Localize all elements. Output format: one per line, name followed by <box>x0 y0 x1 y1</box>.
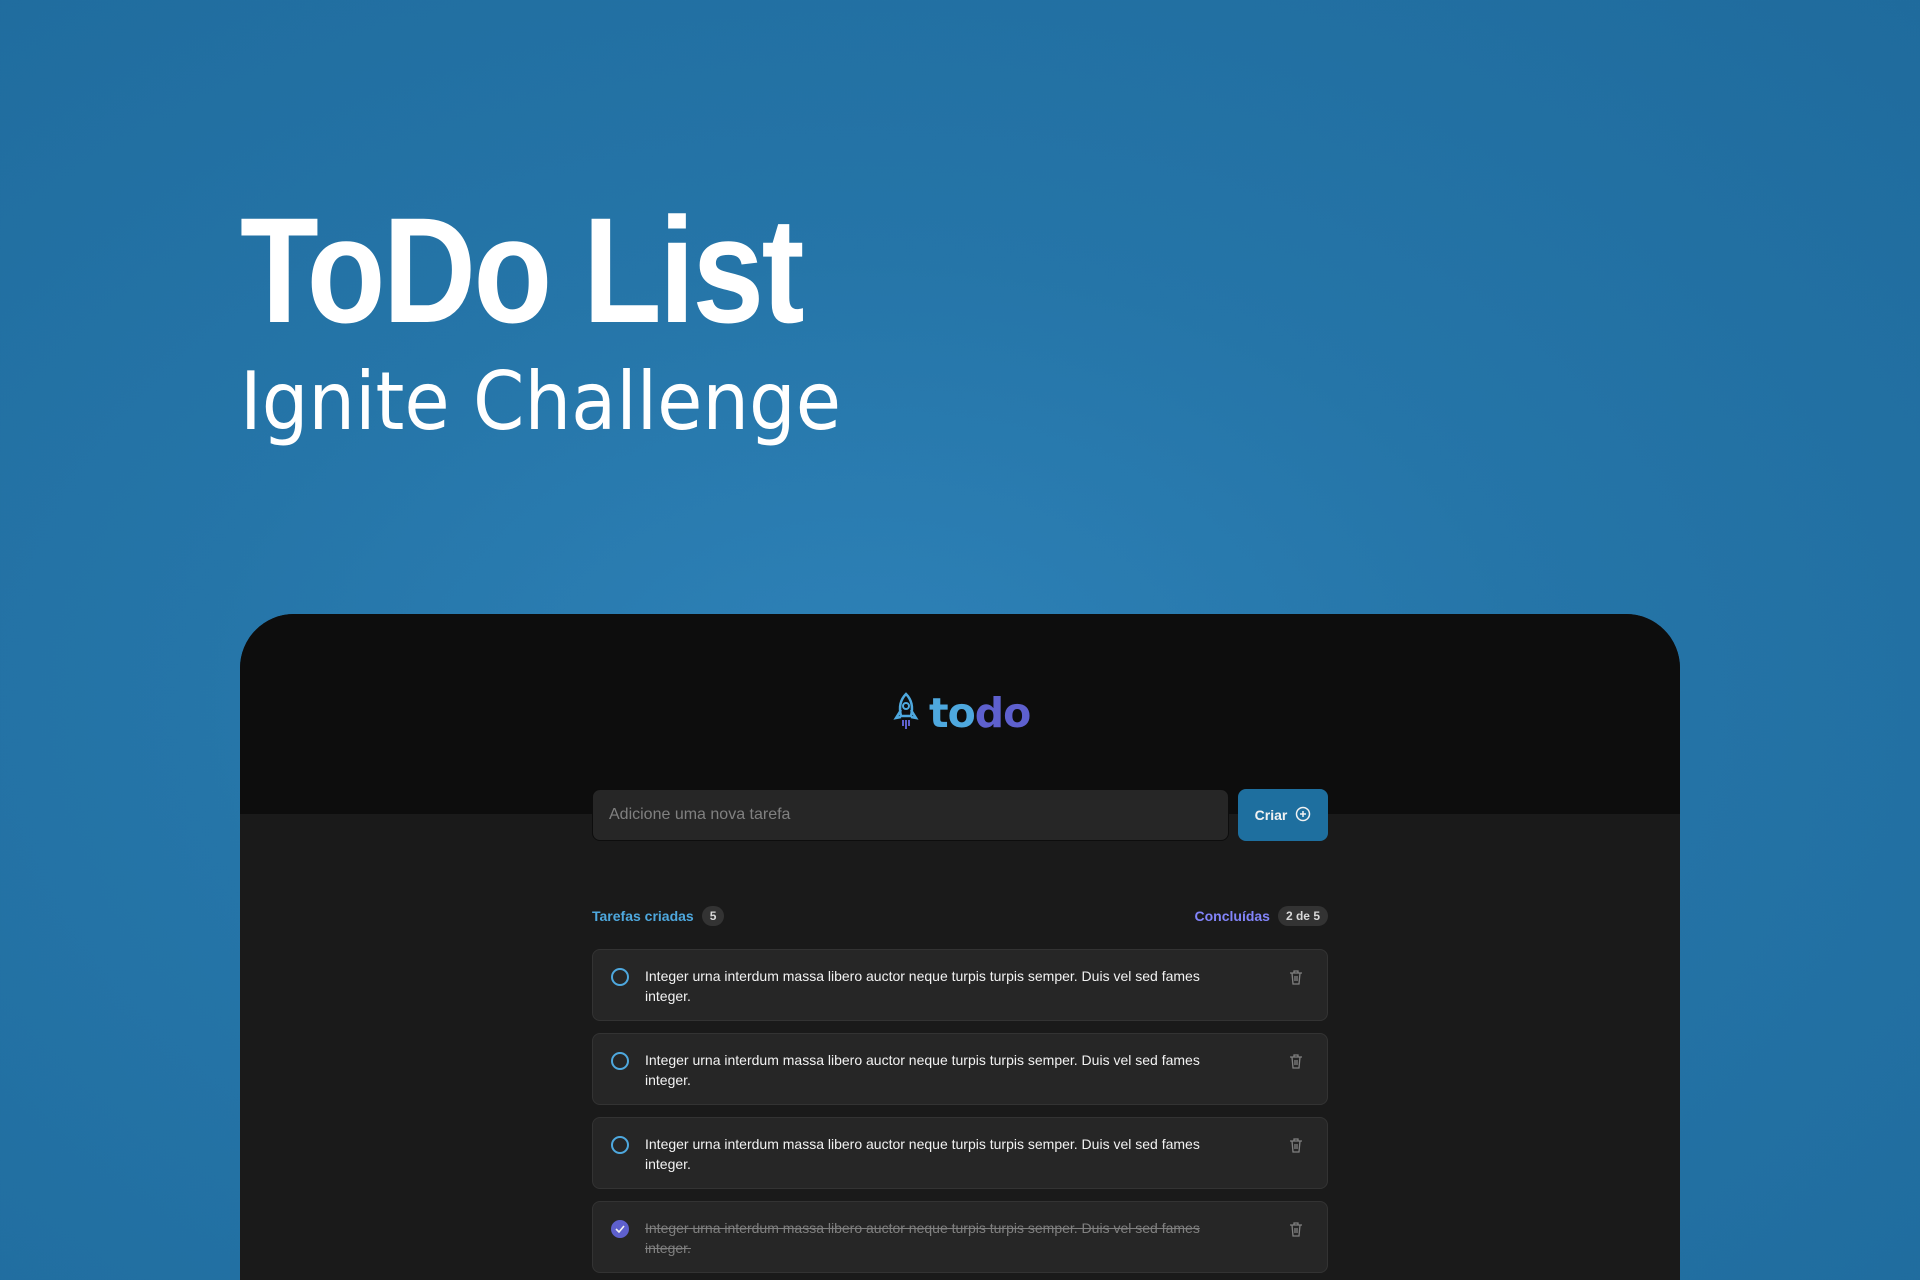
plus-circle-icon <box>1295 806 1311 825</box>
logo-wordmark: todo <box>929 693 1031 734</box>
task-checkbox[interactable] <box>611 1136 629 1154</box>
trash-icon[interactable] <box>1287 1220 1305 1238</box>
task-checkbox-checked[interactable] <box>611 1220 629 1238</box>
create-task-button[interactable]: Criar <box>1238 789 1328 841</box>
app-window: todo Criar Tarefas criadas 5 Concluídas … <box>240 614 1680 1280</box>
trash-icon[interactable] <box>1287 1136 1305 1154</box>
task-item: Integer urna interdum massa libero aucto… <box>592 1117 1328 1189</box>
created-tasks-badge: 5 <box>701 906 725 926</box>
app-logo: todo <box>893 692 1031 735</box>
new-task-input[interactable] <box>592 789 1229 841</box>
done-tasks-label: Concluídas <box>1194 908 1270 924</box>
hero-title: ToDo List <box>240 186 805 354</box>
task-list: Integer urna interdum massa libero aucto… <box>592 949 1328 1280</box>
task-checkbox[interactable] <box>611 1052 629 1070</box>
task-text: Integer urna interdum massa libero aucto… <box>645 968 1200 1004</box>
task-item: Integer urna interdum massa libero aucto… <box>592 1033 1328 1105</box>
check-icon <box>615 1225 625 1233</box>
trash-icon[interactable] <box>1287 1052 1305 1070</box>
logo-text-to: to <box>929 689 976 737</box>
done-tasks-badge: 2 de 5 <box>1277 906 1328 926</box>
done-tasks-counter: Concluídas 2 de 5 <box>1194 906 1328 926</box>
task-text: Integer urna interdum massa libero aucto… <box>645 1052 1200 1088</box>
task-checkbox[interactable] <box>611 968 629 986</box>
task-item-done: Integer urna interdum massa libero aucto… <box>592 1201 1328 1273</box>
rocket-icon <box>893 692 919 735</box>
create-button-label: Criar <box>1254 807 1288 823</box>
hero-subtitle: Ignite Challenge <box>240 355 842 448</box>
task-text: Integer urna interdum massa libero aucto… <box>645 1136 1200 1172</box>
trash-icon[interactable] <box>1287 968 1305 986</box>
task-item: Integer urna interdum massa libero aucto… <box>592 949 1328 1021</box>
created-tasks-label: Tarefas criadas <box>592 908 694 924</box>
created-tasks-counter: Tarefas criadas 5 <box>592 906 725 926</box>
task-text: Integer urna interdum massa libero aucto… <box>645 1220 1200 1256</box>
logo-text-do: do <box>974 689 1032 737</box>
